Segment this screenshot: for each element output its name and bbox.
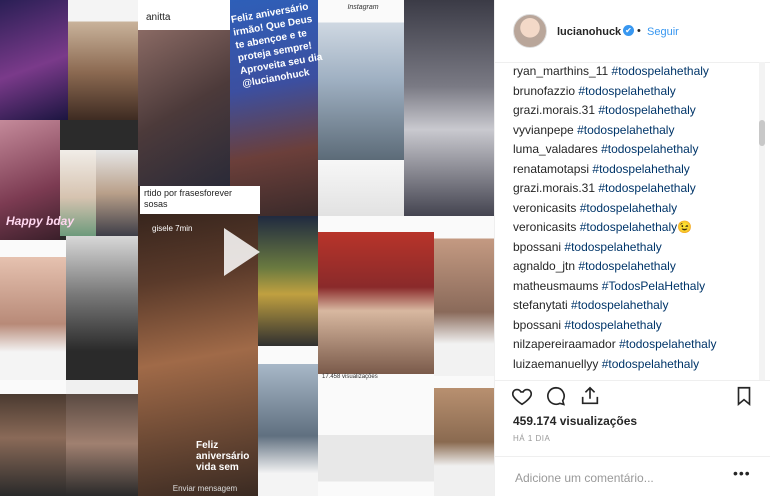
heart-icon[interactable] <box>511 385 533 407</box>
comment-row: agnaldo_jtn #todospelahethaly <box>513 257 753 277</box>
more-options-button[interactable]: ••• <box>733 465 751 481</box>
comment-row: bpossani #todospelahethaly <box>513 238 753 258</box>
comment-row: grazi.morais.31 #todospelahethaly <box>513 101 753 121</box>
avatar[interactable] <box>513 14 547 48</box>
post-media[interactable]: anitta Feliz aniversário irmão! Que Deus… <box>0 0 494 496</box>
comment-username[interactable]: matheusmaums <box>513 279 598 293</box>
story-happy-text: Happy bday <box>6 214 75 228</box>
story-greeting-text: Feliz aniversário irmão! Que Deus te abe… <box>230 1 324 90</box>
comment-hashtag[interactable]: #todospelahethaly <box>578 84 675 98</box>
post-details-panel: lucianohuck ✔ • Seguir ryan_marthins_11 … <box>494 0 770 496</box>
story-shared-caption: rtido por frasesforever sosas <box>140 186 260 214</box>
collage-tile <box>0 240 66 380</box>
action-bar <box>495 380 770 411</box>
story-send-message: Enviar mensagem <box>172 484 238 493</box>
collage-tile <box>434 216 494 376</box>
story-username: anitta <box>146 12 171 23</box>
comment-username[interactable]: vyvianpepe <box>513 123 574 137</box>
follow-button[interactable]: Seguir <box>647 26 679 38</box>
comment-row: nilzapereiraamador #todospelahethaly <box>513 335 753 355</box>
collage-tile <box>258 216 318 346</box>
comment-username[interactable]: luma_valadares <box>513 142 598 156</box>
comment-hashtag[interactable]: #todospelahethaly <box>564 318 661 332</box>
comment-username[interactable]: ryan_marthins_11 <box>513 64 608 78</box>
share-icon[interactable] <box>579 385 601 407</box>
comment-username[interactable]: luizaemanuellyy <box>513 357 598 371</box>
comment-row: bpossani #todospelahethaly <box>513 316 753 336</box>
story-birthday-text: Feliz aniversário vida sem <box>196 440 250 473</box>
add-comment-box: ••• <box>495 456 770 497</box>
collage-tile <box>66 236 138 380</box>
collage-tile <box>404 0 494 216</box>
username-link[interactable]: lucianohuck <box>557 26 621 38</box>
comment-username[interactable]: renatamotapsi <box>513 162 589 176</box>
comment-hashtag[interactable]: #todospelahethaly <box>592 162 689 176</box>
comment-username[interactable]: brunofazzio <box>513 84 575 98</box>
collage-tile <box>0 0 68 120</box>
comment-username[interactable]: bpossani <box>513 240 561 254</box>
comment-row: renatamotapsi #todospelahethaly <box>513 160 753 180</box>
collage-tile <box>434 376 494 496</box>
comments-scrollbar-thumb[interactable] <box>759 120 765 146</box>
post-date: HÁ 1 DIA <box>513 434 551 443</box>
comment-row: grazi.morais.31 #todospelahethaly <box>513 179 753 199</box>
tiny-views-count: 17.458 visualizações <box>322 374 378 380</box>
comment-hashtag[interactable]: #TodosPelaHethaly <box>602 279 705 293</box>
comment-username[interactable]: agnaldo_jtn <box>513 259 575 273</box>
comment-row: veronicasits #todospelahethaly😉 <box>513 218 753 238</box>
comment-username[interactable]: veronicasits <box>513 220 576 234</box>
verified-badge-icon: ✔ <box>623 25 634 36</box>
play-icon[interactable] <box>224 228 260 276</box>
collage-tile <box>66 380 138 496</box>
comment-row: ryan_marthins_11 #todospelahethaly <box>513 62 753 82</box>
comment-hashtag[interactable]: #todospelahethaly <box>577 123 674 137</box>
comment-hashtag[interactable]: #todospelahethaly <box>601 142 698 156</box>
comment-hashtag[interactable]: #todospelahethaly <box>598 181 695 195</box>
instagram-wordmark: Instagram <box>347 4 379 11</box>
comment-hashtag[interactable]: #todospelahethaly <box>598 103 695 117</box>
comment-row: veronicasits #todospelahethaly <box>513 199 753 219</box>
comment-username[interactable]: nilzapereiraamador <box>513 337 616 351</box>
comment-row: luma_valadares #todospelahethaly <box>513 140 753 160</box>
views-count: 459.174 visualizações <box>513 414 638 428</box>
collage-tile <box>318 160 404 216</box>
collage-tile <box>258 346 318 496</box>
comment-username[interactable]: grazi.morais.31 <box>513 103 595 117</box>
comment-username[interactable]: stefanytati <box>513 298 568 312</box>
comment-username[interactable]: bpossani <box>513 318 561 332</box>
comment-row: brunofazzio #todospelahethaly <box>513 82 753 102</box>
collage-tile <box>318 216 434 374</box>
collage-tile <box>68 0 138 120</box>
collage-tile <box>318 374 434 496</box>
comment-hashtag[interactable]: #todospelahethaly <box>619 337 716 351</box>
instagram-post-view: anitta Feliz aniversário irmão! Que Deus… <box>0 0 770 496</box>
comment-hashtag[interactable]: #todospelahethaly <box>578 259 675 273</box>
comment-row: stefanytati #todospelahethaly <box>513 296 753 316</box>
comment-row: luizaemanuellyy #todospelahethaly <box>513 355 753 375</box>
comment-username[interactable]: veronicasits <box>513 201 576 215</box>
comment-row: vyvianpepe #todospelahethaly <box>513 121 753 141</box>
separator-dot: • <box>637 25 641 37</box>
comment-username[interactable]: grazi.morais.31 <box>513 181 595 195</box>
comment-icon[interactable] <box>545 385 567 407</box>
comment-hashtag[interactable]: #todospelahethaly <box>564 240 661 254</box>
comment-input[interactable] <box>513 467 727 489</box>
collage-tile <box>138 30 230 186</box>
collage-tile <box>0 380 66 496</box>
comment-row: matheusmaums #TodosPelaHethaly <box>513 277 753 297</box>
comment-hashtag[interactable]: #todospelahethaly <box>612 64 709 78</box>
collage-tile <box>96 150 138 236</box>
bookmark-icon[interactable] <box>733 385 755 407</box>
comment-hashtag[interactable]: #todospelahethaly😉 <box>580 220 692 234</box>
comment-hashtag[interactable]: #todospelahethaly <box>602 357 699 371</box>
comment-hashtag[interactable]: #todospelahethaly <box>580 201 677 215</box>
comment-hashtag[interactable]: #todospelahethaly <box>571 298 668 312</box>
comments-scroll-track[interactable] <box>759 62 765 380</box>
post-header: lucianohuck ✔ • Seguir <box>495 0 770 63</box>
collage-tile <box>318 0 404 160</box>
story-username-gisele: gisele 7min <box>152 224 193 233</box>
comments-list[interactable]: ryan_marthins_11 #todospelahethaly brunof… <box>513 62 753 380</box>
